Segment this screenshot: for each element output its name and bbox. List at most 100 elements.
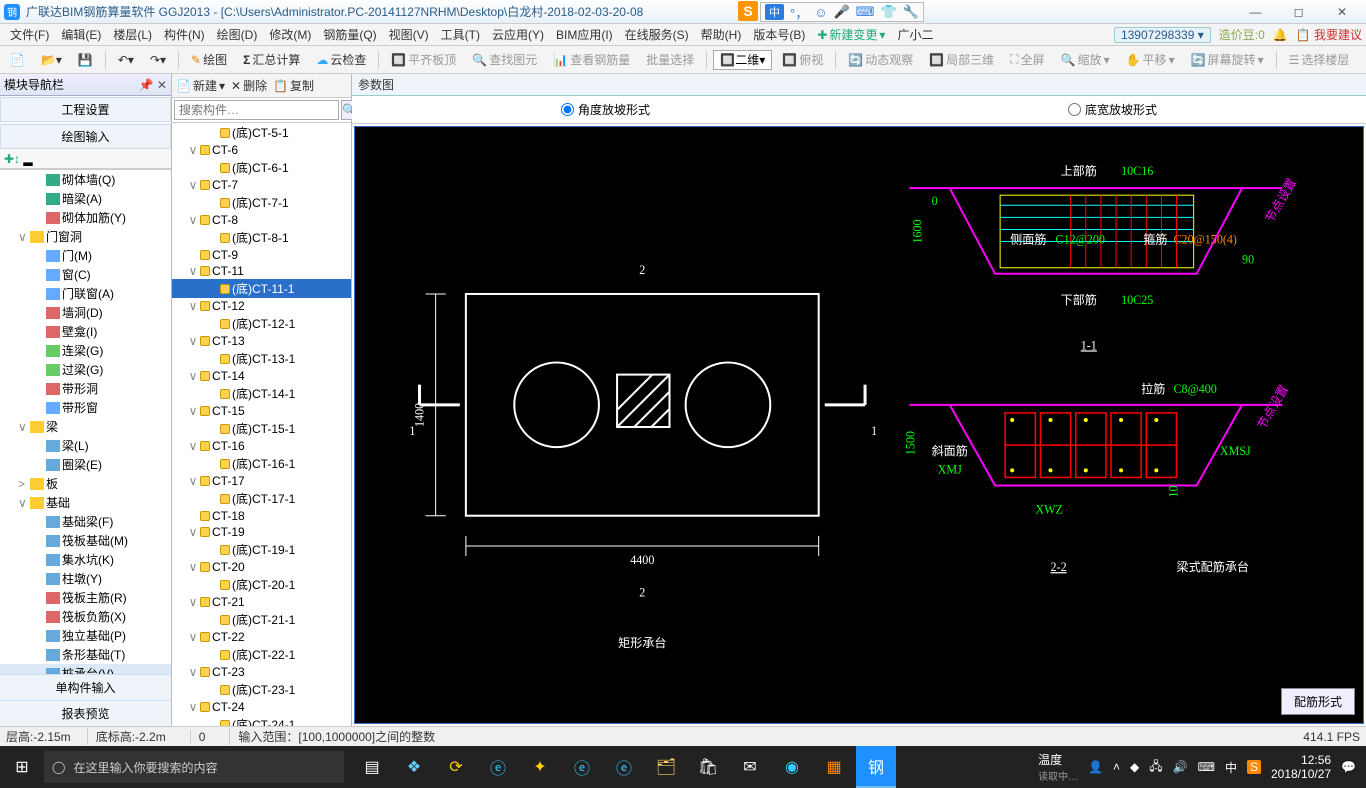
report-preview-button[interactable]: 报表预览 xyxy=(0,700,171,726)
tray-vol-icon[interactable]: 🔊 xyxy=(1173,760,1188,774)
category-node[interactable]: 筏板基础(M) xyxy=(0,531,171,550)
component-node[interactable]: ∨CT-20 xyxy=(172,559,351,575)
category-node[interactable]: 带形窗 xyxy=(0,398,171,417)
menu-item[interactable]: 文件(F) xyxy=(4,28,55,42)
select-floor-button[interactable]: ☰ 选择楼层 xyxy=(1283,51,1356,68)
app-icon-3[interactable]: ✦ xyxy=(520,746,560,788)
tray-sogou-icon[interactable]: S xyxy=(1247,760,1261,774)
pan-button[interactable]: ✋ 平移 ▾ xyxy=(1120,51,1181,68)
draw-button[interactable]: ✎绘图 xyxy=(185,51,233,68)
component-node[interactable]: ∨CT-22 xyxy=(172,629,351,645)
component-node[interactable]: ∨CT-17 xyxy=(172,473,351,489)
close-button[interactable]: ✕ xyxy=(1322,5,1362,19)
component-node[interactable]: (底)CT-6-1 xyxy=(172,158,351,177)
component-node[interactable]: ∨CT-21 xyxy=(172,594,351,610)
menu-item[interactable]: 编辑(E) xyxy=(55,28,107,42)
notifications-icon[interactable]: 💬 xyxy=(1341,760,1356,774)
component-node[interactable]: ∨CT-8 xyxy=(172,212,351,228)
component-tree[interactable]: (底)CT-5-1∨CT-6(底)CT-6-1∨CT-7(底)CT-7-1∨CT… xyxy=(172,123,351,726)
component-node[interactable]: ∨CT-12 xyxy=(172,298,351,314)
search-input[interactable] xyxy=(174,100,339,120)
app-icon-5[interactable]: ▦ xyxy=(814,746,854,788)
draw-input-button[interactable]: 绘图输入 xyxy=(0,124,171,149)
component-node[interactable]: (底)CT-11-1 xyxy=(172,279,351,298)
component-node[interactable]: ∨CT-24 xyxy=(172,699,351,715)
menu-item[interactable]: 楼层(L) xyxy=(107,28,158,42)
ime-lang-icon[interactable]: 中 xyxy=(765,4,784,20)
rebar-form-button[interactable]: 配筋形式 xyxy=(1281,688,1355,715)
category-node[interactable]: ∨梁 xyxy=(0,417,171,436)
save-icon[interactable]: 💾 xyxy=(72,53,99,67)
app-icon-1[interactable]: ❖ xyxy=(394,746,434,788)
undo-icon[interactable]: ↶▾ xyxy=(112,53,140,67)
category-node[interactable]: 砌体墙(Q) xyxy=(0,170,171,189)
menu-item[interactable]: 帮助(H) xyxy=(695,28,748,42)
ime-mic-icon[interactable]: 🎤 xyxy=(833,4,849,20)
category-node[interactable]: 砌体加筋(Y) xyxy=(0,208,171,227)
maximize-button[interactable]: ◻ xyxy=(1279,5,1319,19)
start-button[interactable]: ⊞ xyxy=(0,746,44,788)
taskbar-search[interactable]: ◯ 在这里输入你要搜索的内容 xyxy=(44,751,344,783)
ime-tool-icon[interactable]: 🔧 xyxy=(903,4,919,20)
component-node[interactable]: (底)CT-23-1 xyxy=(172,680,351,699)
tray-ime-icon[interactable]: ⌨ xyxy=(1198,760,1215,774)
category-node[interactable]: 窗(C) xyxy=(0,265,171,284)
topview-button[interactable]: 🔲 俯视 xyxy=(776,51,829,68)
redo-icon[interactable]: ↷▾ xyxy=(144,53,172,67)
component-node[interactable]: (底)CT-17-1 xyxy=(172,489,351,508)
category-node[interactable]: 筏板负筋(X) xyxy=(0,607,171,626)
project-settings-button[interactable]: 工程设置 xyxy=(0,97,171,122)
ime-skin-icon[interactable]: 👕 xyxy=(880,4,896,20)
category-node[interactable]: ∨基础 xyxy=(0,493,171,512)
sum-button[interactable]: Σ 汇总计算 xyxy=(237,51,306,68)
flat-top-button[interactable]: 🔲 平齐板顶 xyxy=(385,51,462,68)
component-node[interactable]: (底)CT-13-1 xyxy=(172,349,351,368)
ie2-icon[interactable]: ⓔ xyxy=(604,746,644,788)
category-node[interactable]: 门(M) xyxy=(0,246,171,265)
cloud-check-button[interactable]: ☁云检查 xyxy=(310,51,372,68)
component-node[interactable]: (底)CT-21-1 xyxy=(172,610,351,629)
menu-item[interactable]: 版本号(B) xyxy=(747,28,811,42)
fullscreen-button[interactable]: ⛶ 全屏 xyxy=(1004,51,1050,68)
category-tree[interactable]: 砌体墙(Q)暗梁(A)砌体加筋(Y)∨门窗洞门(M)窗(C)门联窗(A)墙洞(D… xyxy=(0,169,171,674)
tree-add-icon[interactable]: ✚↕ xyxy=(4,152,20,166)
component-node[interactable]: ∨CT-23 xyxy=(172,664,351,680)
pin-icon[interactable]: 📌 ✕ xyxy=(139,78,167,92)
category-node[interactable]: >板 xyxy=(0,474,171,493)
component-node[interactable]: (底)CT-16-1 xyxy=(172,454,351,473)
component-node[interactable]: (底)CT-8-1 xyxy=(172,228,351,247)
ime-punct-icon[interactable]: °， xyxy=(790,3,808,22)
category-node[interactable]: 壁龛(I) xyxy=(0,322,171,341)
component-node[interactable]: (底)CT-7-1 xyxy=(172,193,351,212)
drawing-canvas[interactable]: 4400 1400 2 2 1 1 矩形承台 上部筋 10C16 xyxy=(354,126,1364,724)
tray-app-icon[interactable]: ◆ xyxy=(1130,760,1139,774)
component-node[interactable]: (底)CT-15-1 xyxy=(172,419,351,438)
component-node[interactable]: (底)CT-19-1 xyxy=(172,540,351,559)
mail-icon[interactable]: ✉ xyxy=(730,746,770,788)
zoom-button[interactable]: 🔍 缩放 ▾ xyxy=(1055,51,1116,68)
category-node[interactable]: ∨门窗洞 xyxy=(0,227,171,246)
category-node[interactable]: 过梁(G) xyxy=(0,360,171,379)
component-node[interactable]: (底)CT-20-1 xyxy=(172,575,351,594)
category-node[interactable]: 基础梁(F) xyxy=(0,512,171,531)
category-node[interactable]: 暗梁(A) xyxy=(0,189,171,208)
weather-widget[interactable]: 温度读取中… xyxy=(1038,751,1078,783)
app-icon-2[interactable]: ⟳ xyxy=(436,746,476,788)
single-component-button[interactable]: 单构件输入 xyxy=(0,674,171,700)
tree-collapse-icon[interactable]: ▂ xyxy=(23,152,32,166)
menu-item[interactable]: 钢筋量(Q) xyxy=(317,28,382,42)
ime-toolbar[interactable]: 中 °， ☺ 🎤 ⌨ 👕 🔧 xyxy=(760,2,924,22)
menu-item[interactable]: 工具(T) xyxy=(435,28,486,42)
component-node[interactable]: (底)CT-14-1 xyxy=(172,384,351,403)
component-node[interactable]: (底)CT-12-1 xyxy=(172,314,351,333)
menu-item[interactable]: 在线服务(S) xyxy=(619,28,695,42)
new-icon[interactable]: 📄 xyxy=(4,53,31,67)
component-node[interactable]: ∨CT-15 xyxy=(172,403,351,419)
component-node[interactable]: ∨CT-7 xyxy=(172,177,351,193)
taskview-icon[interactable]: ▤ xyxy=(352,746,392,788)
ime-keyboard-icon[interactable]: ⌨ xyxy=(856,4,875,20)
new-component-button[interactable]: 📄 新建 ▾ xyxy=(176,77,225,94)
tray-people-icon[interactable]: 👤 xyxy=(1088,760,1103,774)
minimize-button[interactable]: — xyxy=(1235,5,1275,19)
new-change-button[interactable]: ✚新建变更 ▾ xyxy=(811,26,891,43)
